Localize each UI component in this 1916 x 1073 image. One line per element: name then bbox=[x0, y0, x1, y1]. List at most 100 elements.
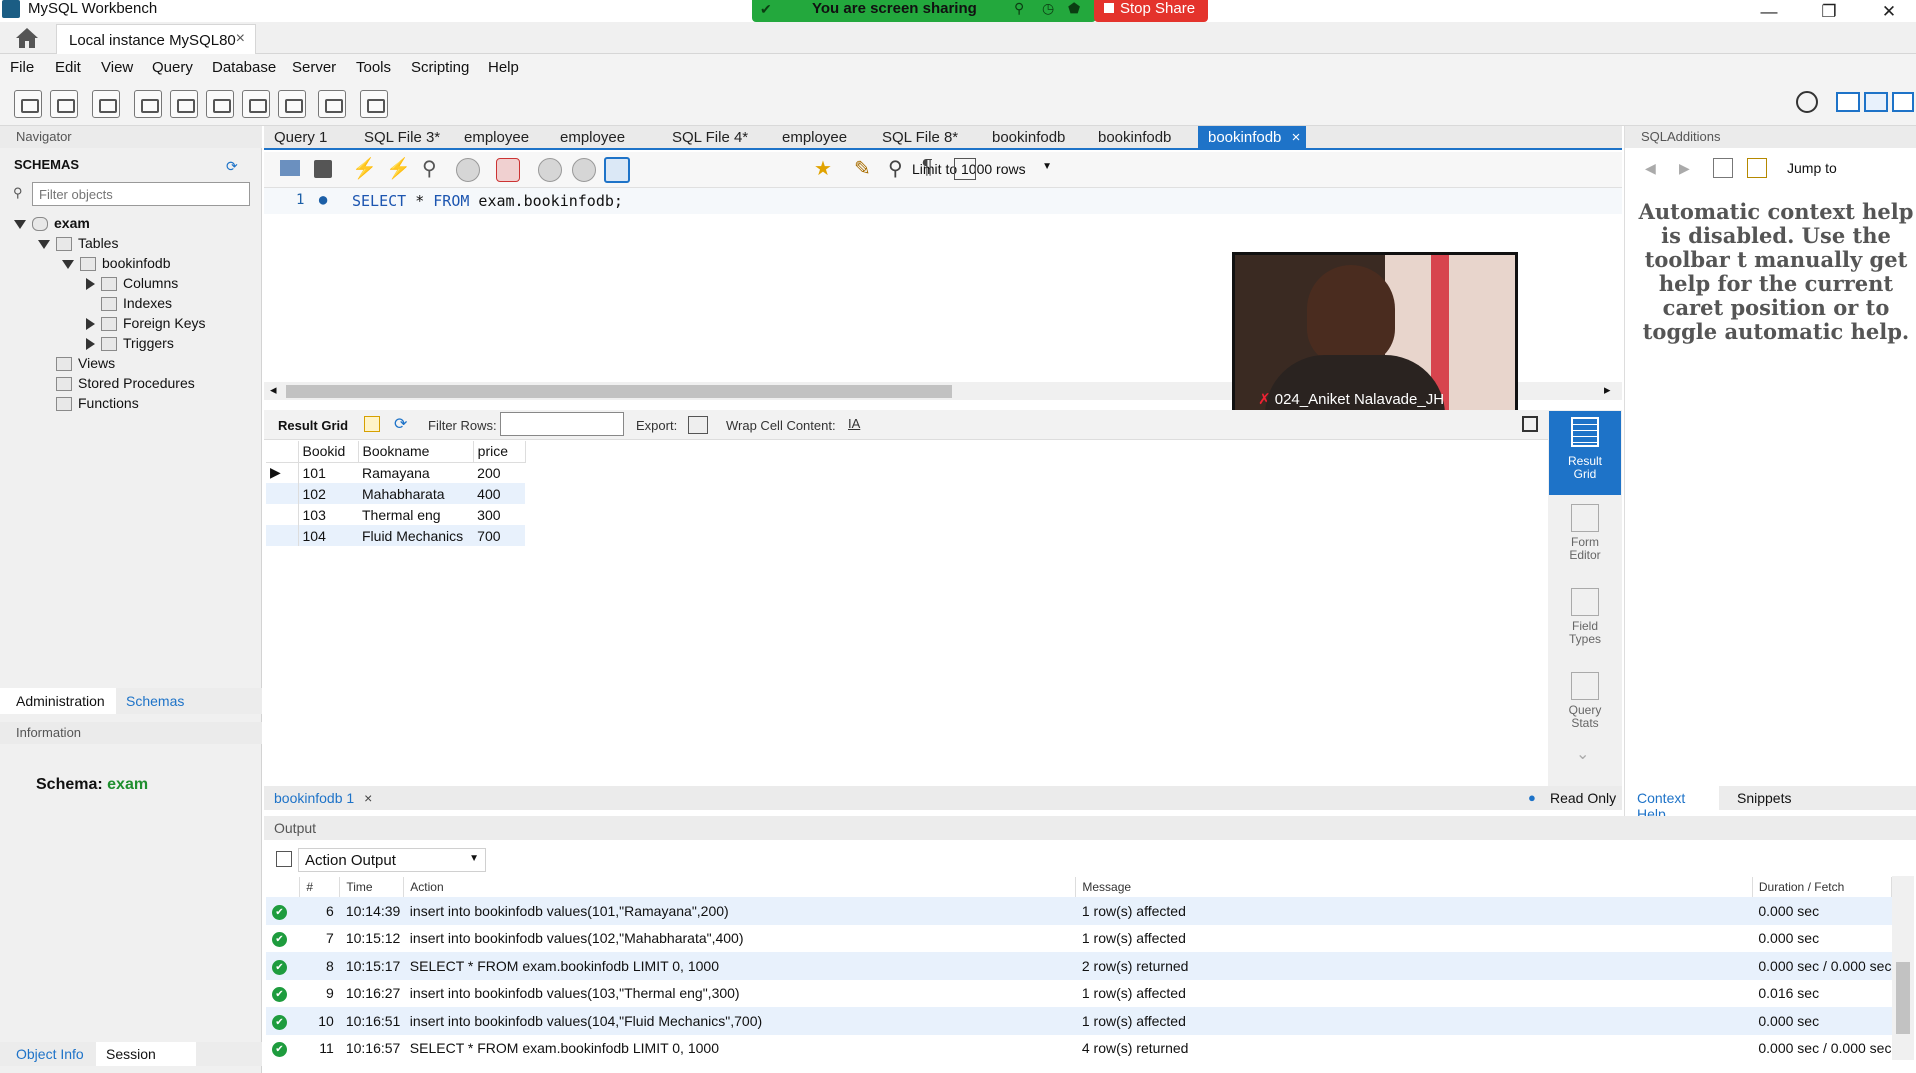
tree-schema-exam[interactable]: exam bbox=[14, 215, 90, 232]
restore-button[interactable]: ❐ bbox=[1806, 0, 1852, 24]
open-file-icon[interactable] bbox=[280, 160, 300, 176]
row-selector[interactable] bbox=[266, 504, 299, 525]
horizontal-scroll-thumb[interactable] bbox=[286, 385, 952, 398]
filter-objects-input[interactable] bbox=[32, 182, 250, 206]
expand-icon[interactable] bbox=[62, 259, 74, 269]
menu-database[interactable]: Database bbox=[212, 59, 276, 76]
tree-columns[interactable]: Columns bbox=[86, 275, 178, 292]
create-procedure-icon[interactable] bbox=[242, 90, 270, 118]
beautify-icon[interactable]: ✎ bbox=[854, 156, 871, 181]
column-header-message[interactable]: Message bbox=[1075, 877, 1753, 897]
row-selector[interactable] bbox=[266, 525, 299, 546]
tab-session[interactable]: Session bbox=[96, 1042, 196, 1066]
tab-employee-2[interactable]: employee bbox=[550, 126, 635, 150]
cell-bookname[interactable]: Fluid Mechanics bbox=[358, 525, 474, 546]
tab-schemas[interactable]: Schemas bbox=[126, 693, 184, 709]
grid-icon[interactable] bbox=[364, 416, 380, 432]
close-window-button[interactable]: ✕ bbox=[1866, 0, 1912, 24]
close-tab-icon[interactable]: × bbox=[1292, 129, 1301, 146]
cell-bookname[interactable]: Ramayana bbox=[358, 462, 473, 483]
menu-edit[interactable]: Edit bbox=[55, 59, 81, 76]
jump-to-label[interactable]: Jump to bbox=[1787, 160, 1837, 176]
tree-tables[interactable]: Tables bbox=[38, 235, 118, 252]
execute-icon[interactable]: ⚡ bbox=[352, 156, 377, 181]
tab-context-help[interactable]: Context Help bbox=[1625, 786, 1719, 822]
connection-tab[interactable]: Local instance MySQL80 × bbox=[56, 24, 256, 54]
open-sql-script-icon[interactable] bbox=[50, 90, 78, 118]
collapse-icon[interactable] bbox=[86, 278, 95, 291]
explain-icon[interactable]: ⚲ bbox=[422, 156, 437, 181]
autocommit-icon[interactable] bbox=[604, 157, 630, 183]
forward-icon[interactable]: ▶ bbox=[1679, 160, 1690, 177]
column-header-duration[interactable]: Duration / Fetch bbox=[1752, 877, 1893, 897]
close-connection-tab-button[interactable]: × bbox=[236, 30, 245, 48]
tree-foreign-keys[interactable]: Foreign Keys bbox=[86, 315, 205, 332]
mute-icon[interactable]: ⚲ bbox=[1014, 0, 1024, 17]
field-types-button[interactable]: Field Types bbox=[1550, 588, 1620, 646]
tab-administration[interactable]: Administration bbox=[0, 688, 116, 714]
toggle-sidebar-icon[interactable] bbox=[1836, 92, 1860, 112]
column-header-bookname[interactable]: Bookname bbox=[358, 441, 474, 463]
tree-indexes[interactable]: Indexes bbox=[101, 295, 172, 312]
cell-bookname[interactable]: Mahabharata bbox=[358, 483, 474, 504]
back-icon[interactable]: ◀ bbox=[1645, 160, 1656, 177]
pause-icon[interactable]: ◷ bbox=[1042, 0, 1054, 17]
tab-bookinfodb-2[interactable]: bookinfodb bbox=[1088, 126, 1181, 150]
table-row[interactable]: 102 Mahabharata 400 bbox=[266, 483, 526, 504]
scroll-right-icon[interactable]: ▸ bbox=[1604, 382, 1611, 398]
table-row[interactable]: ✔ 7 10:15:12 insert into bookinfodb valu… bbox=[266, 925, 1892, 953]
tab-sql-file-8[interactable]: SQL File 8* bbox=[872, 126, 968, 150]
cell-price[interactable]: 700 bbox=[473, 525, 526, 546]
rollback-icon[interactable] bbox=[572, 158, 596, 182]
tree-functions[interactable]: Functions bbox=[56, 395, 139, 412]
toggle-output-icon[interactable] bbox=[1864, 92, 1888, 112]
auto-help-icon[interactable] bbox=[1747, 158, 1767, 178]
table-row[interactable]: 103 Thermal eng 300 bbox=[266, 504, 525, 525]
cell-bookid[interactable]: 101 bbox=[298, 462, 358, 483]
invisible-chars-icon[interactable]: ¶ bbox=[922, 156, 933, 179]
tab-sql-file-4[interactable]: SQL File 4* bbox=[662, 126, 758, 150]
menu-view[interactable]: View bbox=[101, 59, 133, 76]
menu-server[interactable]: Server bbox=[292, 59, 336, 76]
cell-price[interactable]: 200 bbox=[473, 462, 525, 483]
manual-help-icon[interactable] bbox=[1713, 158, 1733, 178]
column-header-price[interactable]: price bbox=[473, 441, 526, 463]
security-icon[interactable]: ⬟ bbox=[1068, 0, 1080, 17]
row-pointer-icon[interactable]: ▶ bbox=[266, 462, 299, 483]
create-table-icon[interactable] bbox=[170, 90, 198, 118]
column-header-time[interactable]: Time bbox=[339, 877, 405, 897]
execute-current-icon[interactable]: ⚡ bbox=[386, 156, 411, 181]
column-header-bookid[interactable]: Bookid bbox=[298, 441, 359, 463]
home-icon[interactable] bbox=[12, 25, 42, 51]
expand-icon[interactable] bbox=[38, 239, 50, 249]
add-snippet-icon[interactable]: ★ bbox=[814, 156, 832, 181]
table-row[interactable]: ✔ 6 10:14:39 insert into bookinfodb valu… bbox=[266, 897, 1892, 925]
table-row[interactable]: 104 Fluid Mechanics 700 bbox=[266, 525, 526, 546]
wrap-lines-icon[interactable] bbox=[954, 158, 976, 180]
settings-icon[interactable] bbox=[1796, 91, 1818, 113]
sql-editor[interactable]: SELECT * FROM exam.bookinfodb; bbox=[352, 192, 623, 210]
tab-sql-file-3[interactable]: SQL File 3* bbox=[354, 126, 450, 150]
wrap-toggle-icon[interactable]: IA bbox=[848, 416, 860, 431]
menu-scripting[interactable]: Scripting bbox=[411, 59, 469, 76]
expand-icon[interactable] bbox=[14, 219, 26, 229]
search-table-data-icon[interactable] bbox=[318, 90, 346, 118]
output-scroll-thumb[interactable] bbox=[1896, 962, 1910, 1034]
cell-bookid[interactable]: 103 bbox=[298, 504, 358, 525]
tab-bookinfodb-active[interactable]: bookinfodb × bbox=[1198, 126, 1306, 150]
output-type-select[interactable]: Action Output ▼ bbox=[298, 848, 486, 872]
stop-query-icon[interactable] bbox=[456, 158, 480, 182]
commit-icon[interactable] bbox=[538, 158, 562, 182]
row-selector[interactable] bbox=[266, 483, 299, 504]
tab-snippets[interactable]: Snippets bbox=[1737, 790, 1791, 806]
tree-triggers[interactable]: Triggers bbox=[86, 335, 174, 352]
create-view-icon[interactable] bbox=[206, 90, 234, 118]
collapse-icon[interactable] bbox=[86, 318, 95, 331]
cell-bookid[interactable]: 102 bbox=[298, 483, 358, 504]
table-row[interactable]: ▶ 101 Ramayana 200 bbox=[266, 462, 525, 483]
output-vertical-scrollbar[interactable] bbox=[1892, 876, 1914, 1060]
filter-rows-input[interactable] bbox=[500, 412, 624, 436]
tab-employee-3[interactable]: employee bbox=[772, 126, 857, 150]
tree-views[interactable]: Views bbox=[56, 355, 115, 372]
query-stats-button[interactable]: Query Stats bbox=[1550, 672, 1620, 730]
